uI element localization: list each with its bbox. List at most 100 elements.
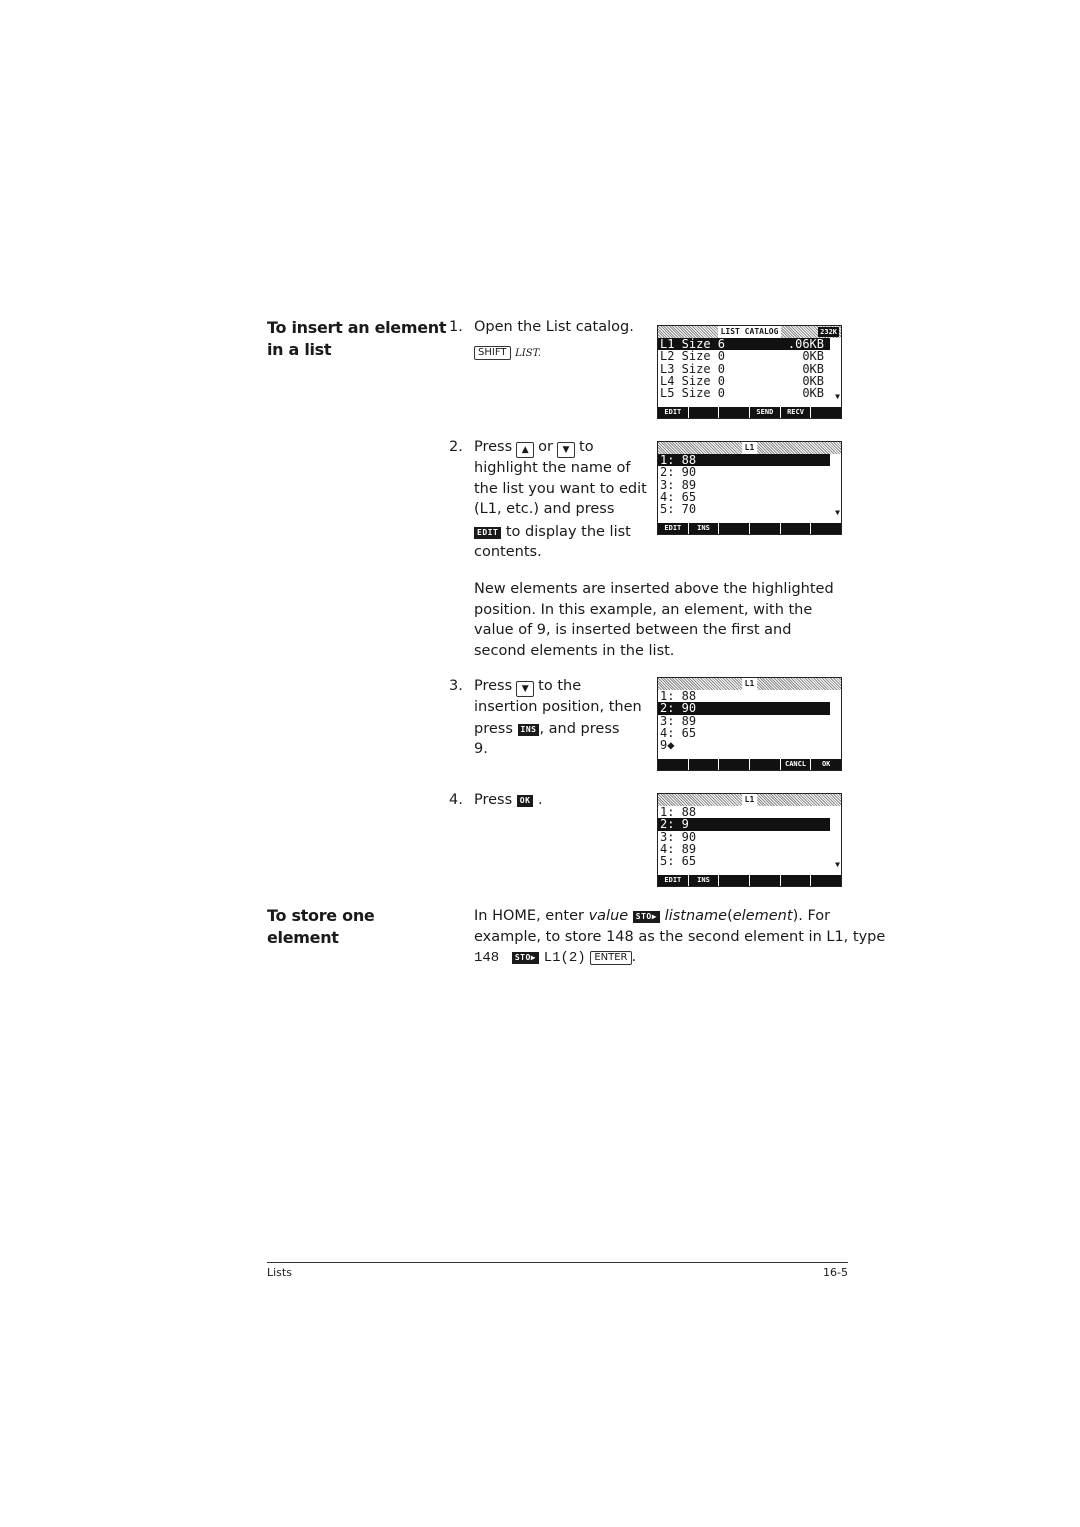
- heading-line: To store one: [267, 906, 375, 925]
- soft-key-empty: [719, 759, 750, 770]
- soft-key-empty: [780, 875, 811, 886]
- step-text: insertion position, then: [474, 699, 642, 715]
- step-number: 1.: [449, 319, 463, 335]
- more-down-arrow-icon: ▼: [835, 392, 840, 401]
- step-text: 9.: [474, 741, 488, 757]
- placeholder-value: value: [588, 908, 629, 924]
- code-listname: L1(2): [543, 950, 586, 966]
- list-key-label: LIST: [515, 347, 538, 359]
- placeholder-listname: listname: [664, 908, 728, 924]
- soft-menu-bar: CANCL OK: [658, 759, 841, 770]
- calculator-screen-list-catalog: LIST CATALOG 232K L1 Size 6.06KB L2 Size …: [657, 325, 842, 419]
- body-text: example, to store 148 as the second elem…: [474, 928, 886, 945]
- soft-key-empty: [811, 407, 841, 418]
- row-label: L5 Size 0: [660, 386, 726, 401]
- screen-title: L1: [741, 442, 758, 454]
- footer-page-number: 16-5: [823, 1266, 848, 1279]
- calculator-screen-list-l1: L1 1: 88 2: 90 3: 89 4: 65 5: 70 ▼ EDIT INS: [657, 441, 842, 535]
- step-text: Press: [474, 792, 513, 808]
- soft-key-edit: EDIT: [658, 523, 688, 534]
- soft-key-edit: EDIT: [658, 407, 688, 418]
- soft-key-ok: OK: [811, 759, 841, 770]
- row-size: 0KB: [802, 349, 824, 364]
- step-number: 3.: [449, 678, 463, 694]
- step-text: Press: [474, 678, 513, 694]
- sto-key-icon: STO▶: [632, 911, 661, 923]
- row-label: 5: 65: [660, 854, 697, 869]
- step-text: (L1, etc.) and press: [474, 501, 615, 517]
- footer-chapter-title: Lists: [267, 1266, 292, 1279]
- soft-menu-bar: EDIT SEND RECV: [658, 407, 841, 418]
- step-text: , and press: [539, 720, 620, 737]
- screen-row: 9◆: [658, 739, 830, 751]
- soft-key-empty: [719, 407, 750, 418]
- enter-key: ENTER: [590, 951, 632, 965]
- row-size: 0KB: [802, 386, 824, 401]
- soft-key-ins: INS: [688, 875, 719, 886]
- section-heading-insert-element: To insert an element in a list: [267, 317, 447, 361]
- punctuation: .: [538, 792, 543, 808]
- down-arrow-key-icon: ▼: [516, 681, 535, 697]
- soft-key-empty: [688, 407, 719, 418]
- screen-title: L1: [741, 794, 758, 806]
- heading-line: in a list: [267, 340, 332, 359]
- section-heading-store-element: To store one element: [267, 905, 375, 949]
- soft-key-edit: EDIT: [658, 875, 688, 886]
- step-number: 4.: [449, 792, 463, 808]
- down-arrow-key-icon: ▼: [557, 442, 576, 458]
- screen-title: LIST CATALOG: [717, 326, 782, 338]
- screen-row: 5: 65: [658, 855, 830, 867]
- step-number: 2.: [449, 439, 463, 455]
- calculator-screen-insert-entry: L1 1: 88 2: 90 3: 89 4: 65 9◆ CANCL OK: [657, 677, 842, 771]
- soft-key-empty: [750, 523, 780, 534]
- code-value: 148: [474, 950, 500, 966]
- soft-key-empty: [750, 759, 780, 770]
- row-label: 5: 70: [660, 502, 697, 517]
- soft-key-recv: RECV: [780, 407, 811, 418]
- soft-key-empty: [688, 759, 719, 770]
- placeholder-element: element: [732, 908, 793, 924]
- store-element-instructions: In HOME, enter value STO▶ listname(eleme…: [474, 906, 886, 969]
- body-text: In HOME, enter: [474, 908, 589, 924]
- soft-key-empty: [719, 523, 750, 534]
- heading-line: To insert an element: [267, 318, 447, 337]
- sto-key-icon: STO▶: [511, 952, 540, 964]
- step-text: Press: [474, 439, 513, 455]
- punctuation: .: [631, 949, 637, 965]
- soft-menu-bar: EDIT INS: [658, 875, 841, 886]
- calculator-screen-list-result: L1 1: 88 2: 9 3: 90 4: 89 5: 65 ▼ EDIT INS: [657, 793, 842, 887]
- soft-key-ins: INS: [688, 523, 719, 534]
- inserted-explanation: New elements are inserted above the high…: [474, 581, 834, 659]
- screen-title: L1: [741, 678, 758, 690]
- step-text: Open the List catalog.: [474, 319, 634, 335]
- ok-soft-key-icon: OK: [516, 795, 534, 807]
- shift-key: SHIFT: [474, 345, 511, 360]
- soft-key-empty: [750, 875, 780, 886]
- step-text: to display the list: [505, 523, 631, 540]
- more-down-arrow-icon: ▼: [835, 860, 840, 869]
- soft-key-empty: [658, 759, 688, 770]
- soft-key-send: SEND: [750, 407, 780, 418]
- heading-line: element: [267, 928, 339, 947]
- punctuation: .: [537, 347, 541, 359]
- step-text: highlight the name of: [474, 460, 631, 476]
- footer-divider: [267, 1262, 848, 1263]
- soft-key-empty: [811, 875, 841, 886]
- soft-key-empty: [811, 523, 841, 534]
- up-arrow-key-icon: ▲: [516, 442, 535, 458]
- step-text: to: [579, 439, 594, 455]
- screen-row: 4: 65: [658, 727, 830, 739]
- memory-indicator: 232K: [818, 327, 839, 337]
- ins-soft-key-icon: INS: [517, 723, 540, 736]
- step-text: to the: [538, 678, 582, 694]
- edit-soft-key-icon: EDIT: [474, 526, 502, 539]
- step-text: the list you want to edit: [474, 480, 647, 497]
- screen-row: L5 Size 0 0KB: [658, 386, 830, 401]
- body-text: ). For: [792, 908, 831, 924]
- screen-row: 5: 70: [658, 503, 830, 515]
- soft-key-empty: [719, 875, 750, 886]
- step-text: or: [538, 439, 554, 455]
- soft-menu-bar: EDIT INS: [658, 523, 841, 534]
- step-text: press: [474, 720, 513, 737]
- step-text: contents.: [474, 544, 542, 560]
